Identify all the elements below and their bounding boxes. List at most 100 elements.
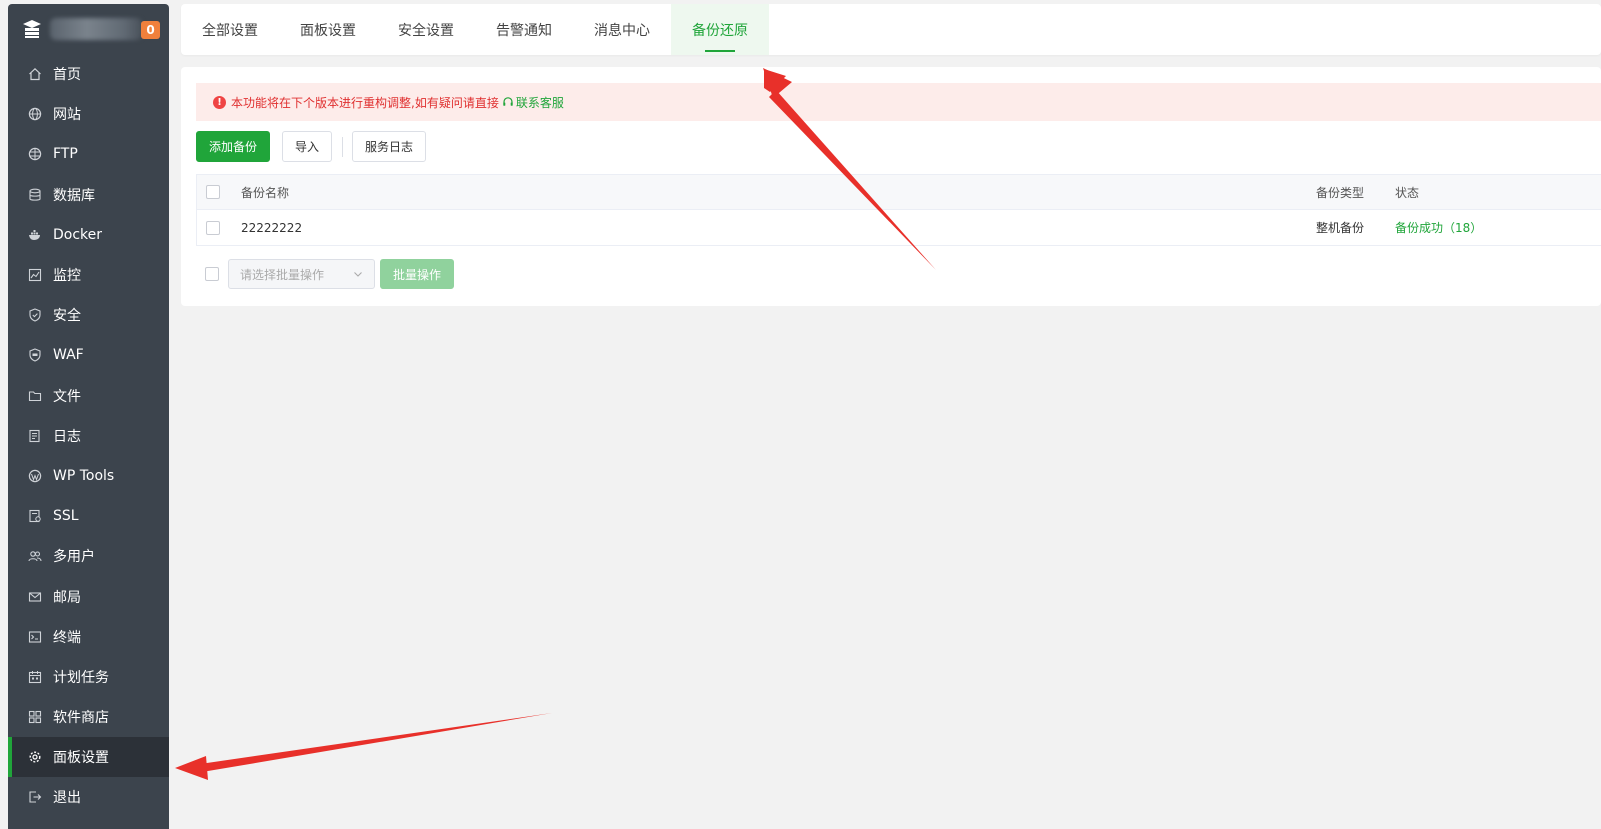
terminal-icon	[28, 630, 42, 644]
batch-actions: 请选择批量操作 批量操作	[196, 259, 455, 289]
sidebar-item-waf[interactable]: WAF	[8, 335, 169, 375]
sidebar-item-label: SSL	[53, 508, 79, 525]
arrow-to-panel-settings	[175, 713, 552, 780]
batch-action-button[interactable]: 批量操作	[380, 259, 455, 289]
sidebar-item-label: 网站	[53, 107, 81, 124]
brand-header: 0	[8, 4, 169, 54]
sidebar-item-label: 计划任务	[53, 669, 109, 686]
table-header-row: 备份名称 备份类型 状态	[196, 174, 1601, 210]
home-icon	[28, 67, 42, 81]
monitor-icon	[28, 268, 42, 282]
sidebar-item-label: 面板设置	[53, 750, 109, 767]
settings-tabs: 全部设置 面板设置 安全设置 告警通知 消息中心 备份还原	[181, 4, 1601, 55]
sidebar-item-label: WP Tools	[53, 467, 115, 484]
sidebar-item-website[interactable]: 网站	[8, 94, 169, 134]
database-icon	[28, 188, 42, 202]
contact-support-link[interactable]: 联系客服	[502, 94, 564, 111]
sidebar-item-panel-settings[interactable]: 面板设置	[8, 737, 169, 778]
sidebar-item-security[interactable]: 安全	[8, 295, 169, 335]
service-log-button[interactable]: 服务日志	[352, 131, 427, 162]
users-icon	[28, 549, 42, 563]
sidebar-item-label: 终端	[53, 629, 81, 646]
tab-alert-notify[interactable]: 告警通知	[475, 4, 573, 55]
chevron-down-icon	[354, 272, 362, 277]
sidebar-item-label: 多用户	[53, 549, 95, 566]
sidebar-item-label: 首页	[53, 67, 81, 84]
docker-icon	[28, 228, 42, 242]
backup-name-cell: 22222222	[241, 220, 303, 235]
sidebar-item-label: Docker	[53, 226, 103, 243]
sidebar: 0 首页 网站 FTP 数据库 Docker 监控 安全 WAF 文件 日志 W…	[8, 4, 169, 829]
row-checkbox[interactable]	[206, 220, 220, 235]
log-icon	[28, 429, 42, 443]
logout-icon	[28, 790, 42, 804]
batch-select-checkbox[interactable]	[205, 267, 219, 281]
server-logo-icon[interactable]	[22, 19, 42, 39]
sidebar-item-label: 软件商店	[53, 710, 109, 727]
sidebar-item-logout[interactable]: 退出	[8, 777, 169, 817]
sidebar-item-label: WAF	[53, 347, 84, 364]
tab-security-settings[interactable]: 安全设置	[377, 4, 475, 55]
backup-toolbar: 添加备份 导入 服务日志	[196, 131, 427, 162]
add-backup-button[interactable]: 添加备份	[196, 131, 271, 162]
column-header-status: 状态	[1395, 185, 1420, 200]
sidebar-item-label: 日志	[53, 428, 81, 445]
calendar-icon	[28, 670, 42, 684]
sidebar-item-wp-tools[interactable]: WP Tools	[8, 456, 169, 496]
ftp-icon	[28, 147, 42, 161]
sidebar-item-app-store[interactable]: 软件商店	[8, 697, 169, 737]
blurred-server-name	[50, 18, 142, 40]
backup-status-link[interactable]: 备份成功（18）	[1395, 219, 1482, 236]
sidebar-item-label: 安全	[53, 308, 81, 325]
sidebar-item-ftp[interactable]: FTP	[8, 134, 169, 174]
sidebar-item-monitor[interactable]: 监控	[8, 255, 169, 295]
backup-table: 备份名称 备份类型 状态 22222222 整机备份 备份成功（18）	[196, 174, 1601, 246]
backup-panel: ! 本功能将在下个版本进行重构调整,如有疑问请直接 联系客服 添加备份 导入 服…	[181, 67, 1601, 306]
sidebar-item-label: 退出	[53, 790, 81, 807]
sidebar-item-cron[interactable]: 计划任务	[8, 657, 169, 697]
sidebar-item-label: 监控	[53, 268, 81, 285]
sidebar-item-database[interactable]: 数据库	[8, 175, 169, 215]
sidebar-item-label: 邮局	[53, 589, 81, 606]
sidebar-item-mail[interactable]: 邮局	[8, 576, 169, 616]
sidebar-item-multi-user[interactable]: 多用户	[8, 536, 169, 576]
backup-type-cell: 整机备份	[1316, 221, 1365, 235]
sidebar-item-terminal[interactable]: 终端	[8, 617, 169, 657]
exclamation-icon: !	[213, 95, 226, 109]
sidebar-item-logs[interactable]: 日志	[8, 416, 169, 456]
sidebar-item-label: 文件	[53, 388, 81, 405]
notification-badge[interactable]: 0	[141, 21, 160, 39]
sidebar-item-ssl[interactable]: SSL	[8, 496, 169, 536]
mail-icon	[28, 590, 42, 604]
table-row[interactable]: 22222222 整机备份 备份成功（18）	[196, 210, 1601, 246]
column-header-name: 备份名称	[241, 185, 290, 200]
tab-all-settings[interactable]: 全部设置	[181, 4, 279, 55]
gear-icon	[28, 750, 42, 764]
tab-message-center[interactable]: 消息中心	[573, 4, 671, 55]
apps-icon	[28, 710, 42, 724]
waf-icon	[28, 348, 42, 362]
batch-select-placeholder: 请选择批量操作	[240, 267, 325, 282]
import-button[interactable]: 导入	[282, 131, 333, 162]
sidebar-item-files[interactable]: 文件	[8, 376, 169, 416]
sidebar-item-label: 数据库	[53, 187, 95, 204]
folder-icon	[28, 389, 42, 403]
shield-icon	[28, 308, 42, 322]
alert-text: 本功能将在下个版本进行重构调整,如有疑问请直接	[231, 95, 499, 110]
batch-action-select[interactable]: 请选择批量操作	[228, 259, 375, 289]
tab-backup-restore[interactable]: 备份还原	[671, 4, 769, 55]
tab-panel-settings[interactable]: 面板设置	[279, 4, 377, 55]
sidebar-menu: 首页 网站 FTP 数据库 Docker 监控 安全 WAF 文件 日志 WP …	[8, 54, 169, 818]
sidebar-item-docker[interactable]: Docker	[8, 215, 169, 255]
sidebar-item-label: FTP	[53, 146, 78, 163]
wordpress-icon	[28, 469, 42, 483]
notice-alert: ! 本功能将在下个版本进行重构调整,如有疑问请直接 联系客服	[196, 83, 1601, 121]
toolbar-divider	[342, 136, 344, 157]
select-all-checkbox[interactable]	[206, 185, 220, 199]
contact-support-label: 联系客服	[515, 95, 564, 110]
globe-icon	[28, 107, 42, 121]
sidebar-item-home[interactable]: 首页	[8, 54, 169, 94]
headset-icon	[503, 97, 513, 106]
column-header-type: 备份类型	[1316, 185, 1365, 200]
ssl-icon	[28, 509, 42, 523]
